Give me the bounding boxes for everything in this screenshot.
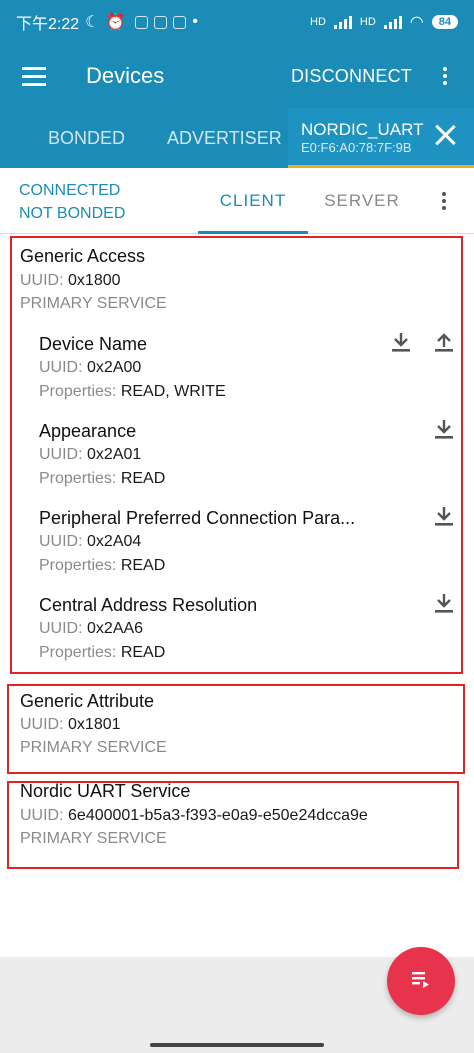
connection-bar: CONNECTED NOT BONDED CLIENT SERVER bbox=[0, 168, 474, 234]
tab-server[interactable]: SERVER bbox=[312, 168, 412, 234]
log-fab-button[interactable] bbox=[387, 947, 455, 1015]
notification-icon bbox=[135, 15, 149, 29]
gesture-nav-bar[interactable] bbox=[150, 1043, 324, 1047]
log-list-icon bbox=[409, 967, 433, 996]
device-name: NORDIC_UART bbox=[301, 120, 424, 139]
close-icon[interactable] bbox=[434, 124, 456, 146]
signal-icon bbox=[333, 15, 352, 29]
notification-icon bbox=[154, 15, 168, 29]
status-time: 下午2:22 bbox=[16, 16, 80, 33]
more-dots-icon: • bbox=[192, 13, 199, 30]
battery-icon: 84 bbox=[431, 15, 458, 29]
menu-icon[interactable] bbox=[22, 66, 46, 86]
alarm-icon: ⏰ bbox=[105, 14, 126, 31]
overflow-menu-icon[interactable] bbox=[430, 67, 460, 85]
highlight-box bbox=[10, 236, 463, 674]
disconnect-button[interactable]: DISCONNECT bbox=[291, 66, 412, 87]
notification-icons bbox=[135, 15, 187, 29]
page-title: Devices bbox=[86, 63, 165, 88]
services-list: Generic Access UUID: 0x1800 PRIMARY SERV… bbox=[0, 234, 474, 957]
app-bar: Devices DISCONNECT bbox=[0, 44, 474, 108]
network-type-1: HD bbox=[310, 16, 326, 28]
tab-device[interactable]: NORDIC_UART E0:F6:A0:78:7F:9B bbox=[288, 108, 474, 168]
status-right: HD HD ◠ 84 bbox=[310, 12, 458, 32]
signal-icon bbox=[383, 15, 402, 29]
status-bond: NOT BONDED bbox=[19, 205, 126, 222]
status-left: 下午2:22 ☾ ⏰ • bbox=[16, 10, 198, 34]
status-connected: CONNECTED bbox=[19, 182, 121, 199]
status-bar: 下午2:22 ☾ ⏰ • HD HD ◠ 84 bbox=[0, 0, 474, 44]
tab-client[interactable]: CLIENT bbox=[198, 168, 308, 234]
highlight-box bbox=[7, 684, 465, 774]
tab-bonded[interactable]: BONDED bbox=[48, 108, 125, 168]
network-type-2: HD bbox=[359, 16, 376, 28]
moon-icon: ☾ bbox=[85, 14, 100, 31]
connection-status: CONNECTED NOT BONDED bbox=[19, 179, 125, 225]
notification-icon bbox=[173, 15, 187, 29]
overflow-menu-icon[interactable] bbox=[442, 192, 446, 210]
tab-advertiser[interactable]: ADVERTISER bbox=[167, 108, 282, 168]
device-address: E0:F6:A0:78:7F:9B bbox=[301, 140, 412, 155]
device-tabs: BONDED ADVERTISER NORDIC_UART E0:F6:A0:7… bbox=[0, 108, 474, 168]
wifi-icon: ◠ bbox=[409, 14, 424, 31]
highlight-box bbox=[7, 781, 459, 869]
